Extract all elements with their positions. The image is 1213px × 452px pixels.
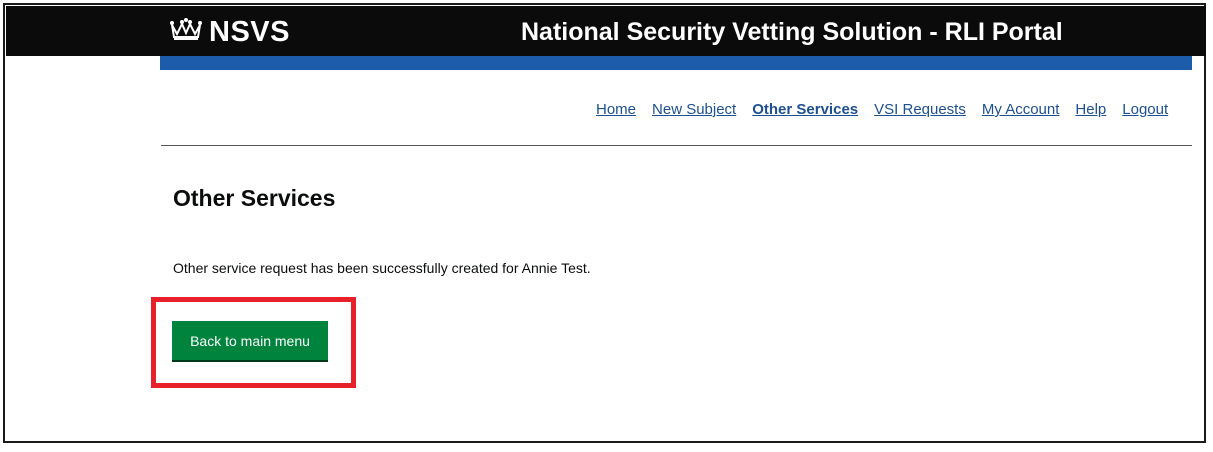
nav-link-logout[interactable]: Logout bbox=[1122, 101, 1168, 118]
portal-title: National Security Vetting Solution - RLI… bbox=[521, 18, 1063, 46]
back-to-main-menu-button[interactable]: Back to main menu bbox=[172, 321, 328, 360]
nav-divider bbox=[161, 145, 1192, 146]
main-nav: Home New Subject Other Services VSI Requ… bbox=[596, 101, 1168, 118]
nav-link-help[interactable]: Help bbox=[1075, 101, 1106, 118]
crown-icon bbox=[169, 16, 209, 49]
nav-link-home[interactable]: Home bbox=[596, 101, 636, 118]
accent-bar bbox=[160, 56, 1192, 70]
page-title: Other Services bbox=[173, 185, 336, 211]
nav-link-vsi-requests[interactable]: VSI Requests bbox=[874, 101, 966, 118]
success-message: Other service request has been successfu… bbox=[173, 260, 591, 276]
nav-link-my-account[interactable]: My Account bbox=[982, 101, 1060, 118]
nav-link-new-subject[interactable]: New Subject bbox=[652, 101, 736, 118]
brand-name: NSVS bbox=[209, 16, 290, 48]
nav-link-other-services[interactable]: Other Services bbox=[752, 101, 858, 118]
site-header: NSVS National Security Vetting Solution … bbox=[6, 6, 1206, 56]
brand-logo[interactable]: NSVS bbox=[169, 16, 290, 49]
